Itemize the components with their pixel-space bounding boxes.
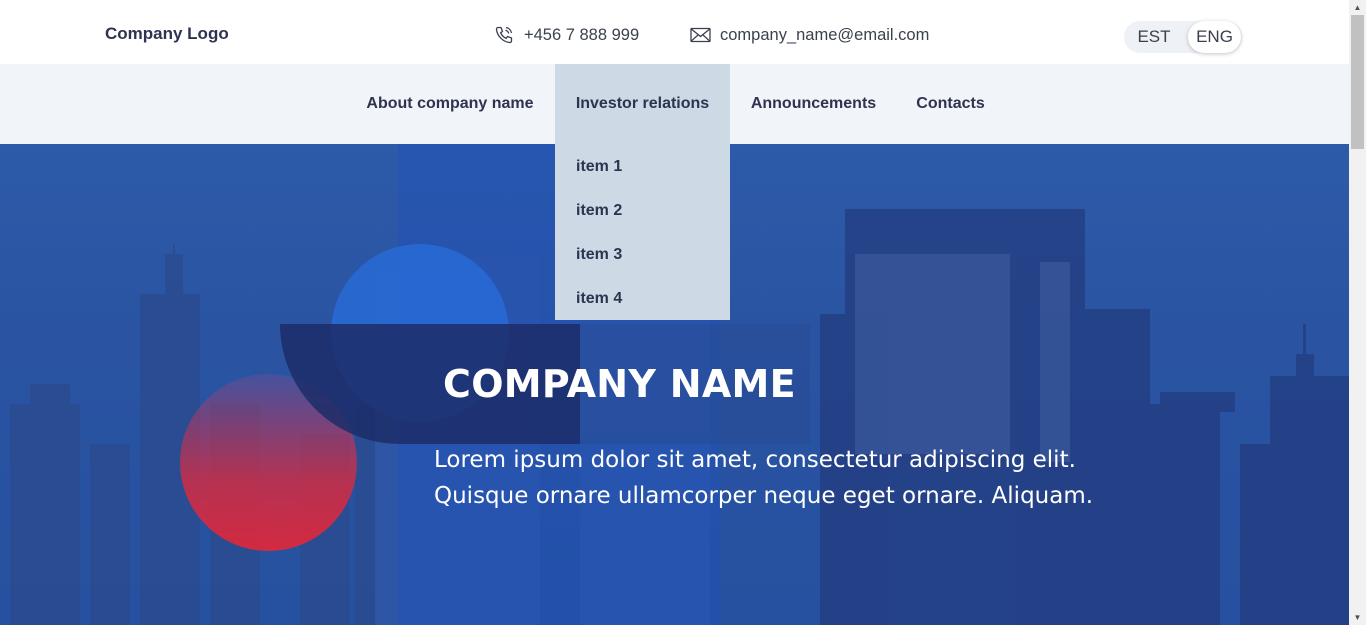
language-switcher: EST ENG: [1124, 21, 1242, 53]
language-eng-button[interactable]: ENG: [1188, 21, 1241, 53]
scroll-up-icon[interactable]: ▲: [1349, 0, 1366, 15]
phone-contact[interactable]: +456 7 888 999: [493, 24, 639, 46]
envelope-icon: [689, 24, 711, 46]
scroll-down-icon[interactable]: ▼: [1349, 610, 1366, 625]
phone-icon: [493, 24, 515, 46]
investor-relations-dropdown: item 1 item 2 item 3 item 4: [555, 144, 730, 320]
email-address: company_name@email.com: [720, 25, 930, 44]
top-bar: Company Logo +456 7 888 999 company_name…: [0, 0, 1349, 64]
dropdown-item-4[interactable]: item 4: [576, 290, 622, 308]
hero-description: Lorem ipsum dolor sit amet, consectetur …: [434, 442, 1114, 514]
company-logo[interactable]: Company Logo: [105, 24, 229, 44]
nav-item-contacts[interactable]: Contacts: [897, 64, 1004, 144]
phone-number: +456 7 888 999: [524, 25, 640, 44]
dropdown-item-2[interactable]: item 2: [576, 202, 622, 220]
language-est-button[interactable]: EST: [1124, 21, 1184, 53]
nav-item-investor-relations[interactable]: Investor relations: [555, 64, 730, 144]
scrollbar-thumb[interactable]: [1351, 15, 1364, 149]
nav-item-about[interactable]: About company name: [345, 64, 555, 144]
hero-title: COMPANY NAME: [443, 362, 796, 406]
dropdown-item-3[interactable]: item 3: [576, 246, 622, 264]
hero-text-line-2: Quisque ornare ullamcorper neque eget or…: [434, 483, 1094, 509]
hero-text-line-1: Lorem ipsum dolor sit amet, consectetur …: [434, 447, 1076, 473]
email-contact[interactable]: company_name@email.com: [689, 24, 929, 46]
dropdown-item-1[interactable]: item 1: [576, 158, 622, 176]
main-nav: About company name Investor relations An…: [0, 64, 1349, 144]
nav-item-announcements[interactable]: Announcements: [730, 64, 897, 144]
